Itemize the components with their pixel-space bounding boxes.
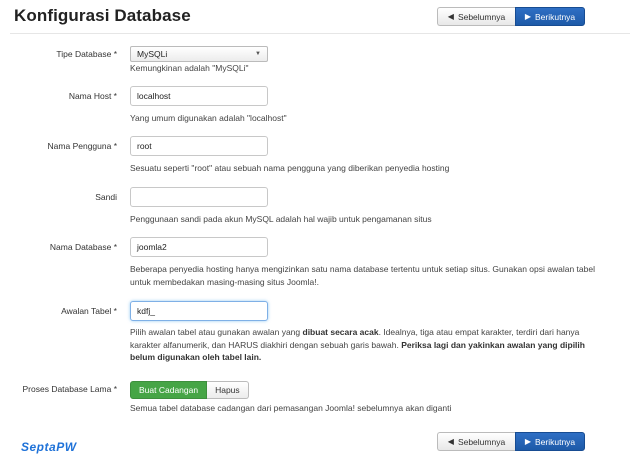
next-button-label: Berikutnya <box>534 11 576 22</box>
watermark-logo: SeptaPW <box>21 440 77 454</box>
prefix-help-bold-1: dibuat secara acak <box>302 327 379 337</box>
next-button-top[interactable]: ▶ Berikutnya <box>515 7 585 26</box>
db-type-help: Kemungkinan adalah "MySQLi" <box>130 63 249 73</box>
db-name-label: Nama Database * <box>49 242 117 252</box>
password-input[interactable] <box>130 187 268 207</box>
arrow-left-icon: ◀ <box>447 12 454 21</box>
password-label: Sandi <box>95 192 117 202</box>
old-db-toggle: Buat Cadangan Hapus <box>130 381 249 399</box>
page-title: Konfigurasi Database <box>14 6 191 25</box>
arrow-left-icon: ◀ <box>447 437 454 446</box>
db-name-help: Beberapa penyedia hosting hanya mengizin… <box>130 264 595 287</box>
chevron-down-icon: ▼ <box>255 51 261 57</box>
prev-button-label: Sebelumnya <box>457 11 506 22</box>
title-divider <box>10 33 630 34</box>
prefix-help: Pilih awalan tabel atau gunakan awalan y… <box>130 326 600 364</box>
old-db-help: Semua tabel database cadangan dari pemas… <box>130 403 452 413</box>
next-button-label: Berikutnya <box>534 436 576 447</box>
prefix-label: Awalan Tabel * <box>61 306 117 316</box>
prev-button-label: Sebelumnya <box>457 436 506 447</box>
db-name-input[interactable]: joomla2 <box>130 237 268 257</box>
db-name-value: joomla2 <box>137 242 167 252</box>
db-type-select[interactable]: MySQLi ▼ <box>130 46 268 62</box>
db-type-label: Tipe Database * <box>56 49 117 59</box>
arrow-right-icon: ▶ <box>524 12 531 21</box>
prev-button-bottom[interactable]: ◀ Sebelumnya <box>437 432 515 451</box>
host-help: Yang umum digunakan adalah "localhost" <box>130 113 287 123</box>
password-help: Penggunaan sandi pada akun MySQL adalah … <box>130 214 432 224</box>
host-label: Nama Host * <box>68 91 117 101</box>
top-nav-buttons: ◀ Sebelumnya ▶ Berikutnya <box>437 7 585 26</box>
prefix-value: kdfj_ <box>137 306 155 316</box>
user-value: root <box>137 141 152 151</box>
db-type-value: MySQLi <box>137 49 168 59</box>
watermark-part-1: Septa <box>21 440 57 454</box>
prev-button-top[interactable]: ◀ Sebelumnya <box>437 7 515 26</box>
user-label: Nama Pengguna * <box>47 141 117 151</box>
watermark-part-2: PW <box>56 440 77 454</box>
old-db-label: Proses Database Lama * <box>22 384 118 394</box>
next-button-bottom[interactable]: ▶ Berikutnya <box>515 432 585 451</box>
prefix-input[interactable]: kdfj_ <box>130 301 268 321</box>
host-input[interactable]: localhost <box>130 86 268 106</box>
host-value: localhost <box>137 91 171 101</box>
backup-option-button[interactable]: Buat Cadangan <box>130 381 208 399</box>
remove-option-button[interactable]: Hapus <box>207 381 249 399</box>
user-input[interactable]: root <box>130 136 268 156</box>
arrow-right-icon: ▶ <box>524 437 531 446</box>
user-help: Sesuatu seperti "root" atau sebuah nama … <box>130 163 450 173</box>
prefix-help-text-1: Pilih awalan tabel atau gunakan awalan y… <box>130 327 303 337</box>
bottom-nav-buttons: ◀ Sebelumnya ▶ Berikutnya <box>437 432 585 451</box>
